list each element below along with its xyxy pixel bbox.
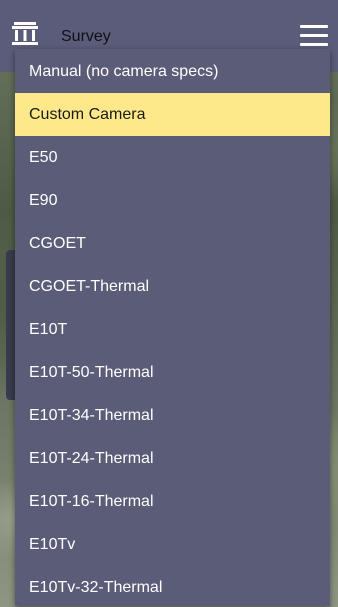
dropdown-option[interactable]: E10T-34-Thermal <box>15 394 330 437</box>
dropdown-option[interactable]: E10Tv <box>15 523 330 566</box>
screen: Survey Manual (no camera specs) Custom Ca… <box>0 0 338 607</box>
bank-icon[interactable] <box>12 22 38 46</box>
dropdown-option[interactable]: E50 <box>15 136 330 179</box>
camera-dropdown-list[interactable]: Manual (no camera specs) Custom Camera E50… <box>15 49 330 606</box>
dropdown-option[interactable]: Custom Camera <box>15 93 330 136</box>
page-title: Survey <box>61 28 111 45</box>
dropdown-option[interactable]: Manual (no camera specs) <box>15 50 330 93</box>
dropdown-option[interactable]: CGOET <box>15 222 330 265</box>
dropdown-option[interactable]: E90 <box>15 179 330 222</box>
dropdown-option[interactable]: E10T-16-Thermal <box>15 480 330 523</box>
hamburger-menu-icon[interactable] <box>300 25 328 47</box>
dropdown-option[interactable]: E10T-50-Thermal <box>15 351 330 394</box>
dropdown-option[interactable]: E10Tv-32-Thermal <box>15 566 330 607</box>
dropdown-option[interactable]: E10T-24-Thermal <box>15 437 330 480</box>
dropdown-option[interactable]: CGOET-Thermal <box>15 265 330 308</box>
dropdown-option[interactable]: E10T <box>15 308 330 351</box>
